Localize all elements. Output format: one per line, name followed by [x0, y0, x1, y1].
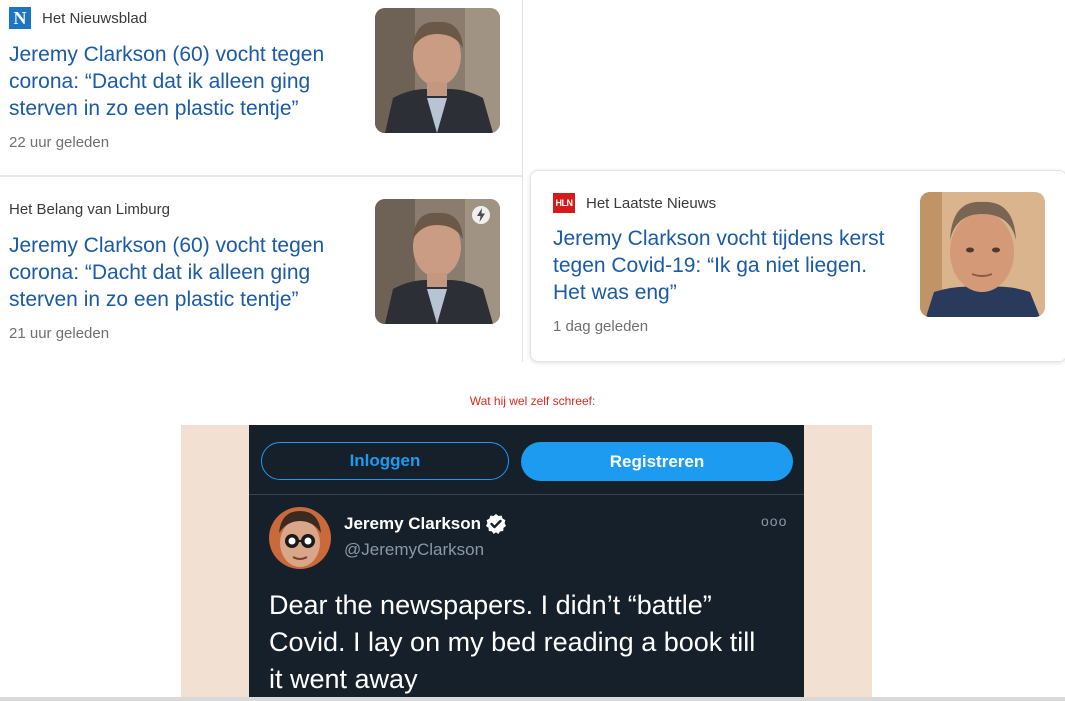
- headline-line: corona: “Dacht dat ik alleen ging: [9, 70, 311, 93]
- timestamp: 22 uur geleden: [9, 134, 110, 151]
- verified-badge-icon: [486, 514, 507, 534]
- avatar-image: [269, 507, 331, 569]
- tweet-text-line: it went away: [269, 664, 418, 694]
- author-name-row: Jeremy Clarkson: [344, 513, 507, 535]
- bottom-border: [0, 697, 1065, 701]
- tweet-text-line: Dear the newspapers. I didn’t “battle”: [269, 590, 712, 620]
- source-name: Het Laatste Nieuws: [586, 194, 717, 212]
- news-card-belang-van-limburg[interactable]: Het Belang van Limburg Jeremy Clarkson (…: [0, 177, 522, 362]
- headline-line: Het was eng”: [553, 281, 677, 304]
- portrait-photo: [920, 192, 1045, 317]
- headline[interactable]: Jeremy Clarkson (60) vocht tegen corona:…: [9, 41, 324, 122]
- column-divider: [522, 0, 523, 362]
- register-button[interactable]: Registreren: [521, 442, 793, 481]
- tweet-screenshot: Inloggen Registreren Jeremy Clarkson @Je…: [249, 425, 804, 701]
- divider: [249, 494, 804, 495]
- headline[interactable]: Jeremy Clarkson (60) vocht tegen corona:…: [9, 232, 324, 313]
- source-row: N Het Nieuwsblad: [9, 7, 147, 29]
- login-button[interactable]: Inloggen: [261, 442, 509, 480]
- hln-logo: HLN: [553, 193, 575, 213]
- headline-line: sterven in zo een plastic tentje”: [9, 288, 299, 311]
- avatar[interactable]: [269, 507, 331, 569]
- amp-lightning-icon: [472, 206, 490, 224]
- timestamp: 1 dag geleden: [553, 318, 649, 335]
- more-options-icon[interactable]: ooo: [761, 513, 787, 529]
- nieuwsblad-logo: N: [9, 7, 31, 29]
- source-name: Het Belang van Limburg: [9, 201, 170, 218]
- source-row: Het Belang van Limburg: [9, 201, 170, 218]
- thumbnail-image[interactable]: [375, 8, 500, 133]
- headline-line: sterven in zo een plastic tentje”: [9, 97, 299, 120]
- headline[interactable]: Jeremy Clarkson vocht tijdens kerst tege…: [553, 225, 884, 306]
- author-handle[interactable]: @JeremyClarkson: [344, 540, 484, 560]
- timestamp: 21 uur geleden: [9, 325, 110, 342]
- headline-line: Jeremy Clarkson (60) vocht tegen: [9, 43, 325, 66]
- news-card-nieuwsblad[interactable]: N Het Nieuwsblad Jeremy Clarkson (60) vo…: [0, 0, 522, 175]
- headline-line: Jeremy Clarkson vocht tijdens kerst: [553, 227, 885, 250]
- source-name: Het Nieuwsblad: [42, 9, 148, 27]
- portrait-photo: [375, 8, 500, 133]
- headline-line: tegen Covid-19: “Ik ga niet liegen.: [553, 254, 868, 277]
- news-card-laatste-nieuws[interactable]: HLN Het Laatste Nieuws Jeremy Clarkson v…: [530, 170, 1065, 362]
- author-name[interactable]: Jeremy Clarkson: [344, 514, 481, 534]
- caption: Wat hij wel zelf schreef:: [469, 394, 596, 408]
- thumbnail-image[interactable]: [920, 192, 1045, 317]
- headline-line: Jeremy Clarkson (60) vocht tegen: [9, 234, 325, 257]
- tweet-text-line: Covid. I lay on my bed reading a book ti…: [269, 627, 756, 657]
- thumbnail-image[interactable]: [375, 199, 500, 324]
- tweet-text: Dear the newspapers. I didn’t “battle” C…: [269, 587, 789, 698]
- source-row: HLN Het Laatste Nieuws: [553, 193, 716, 213]
- headline-line: corona: “Dacht dat ik alleen ging: [9, 261, 311, 284]
